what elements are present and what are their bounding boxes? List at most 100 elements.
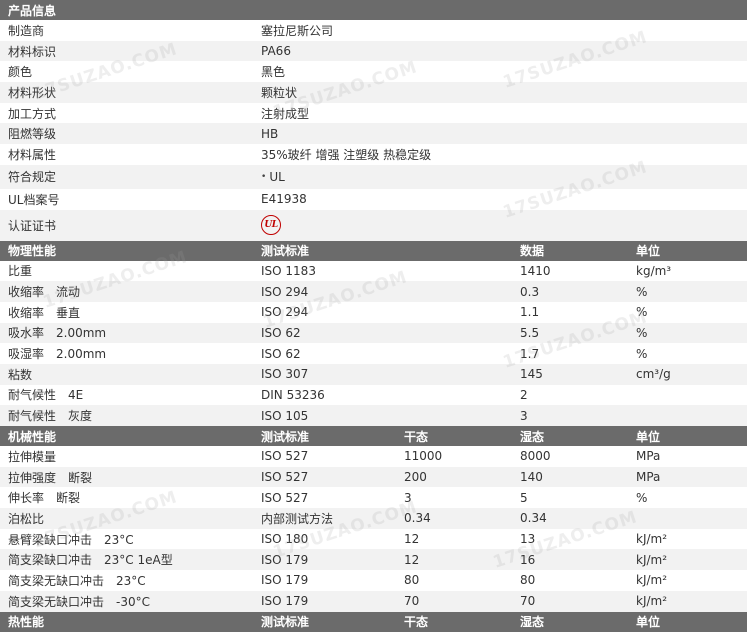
table-row: 认证证书 UL: [0, 209, 747, 241]
table-row: 悬臂梁缺口冲击 23°C ISO 180 12 13 kJ/m²: [0, 529, 747, 550]
table-row: 泊松比 内部测试方法 0.34 0.34: [0, 508, 747, 529]
section-header-cell: 机械性能: [8, 429, 57, 444]
table-row: 简支梁无缺口冲击 23°C ISO 179 80 80 kJ/m²: [0, 570, 747, 591]
property-value: 11000: [404, 449, 443, 464]
property-label: 拉伸模量: [8, 449, 57, 464]
property-label: 制造商: [8, 23, 45, 38]
property-label: 简支梁无缺口冲击 -30°C: [8, 594, 150, 609]
property-value: ISO 179: [261, 552, 309, 567]
property-value: kg/m³: [636, 263, 672, 278]
property-value: ISO 527: [261, 449, 309, 464]
table-row: 符合规定 • UL: [0, 164, 747, 189]
property-value: ISO 179: [261, 594, 309, 609]
property-label: 收缩率 垂直: [8, 305, 81, 320]
table-row: 简支梁缺口冲击 23°C 1eA型 ISO 179 12 16 kJ/m²: [0, 549, 747, 571]
property-label: 简支梁无缺口冲击 23°C: [8, 573, 146, 588]
property-value: 200: [404, 470, 427, 485]
property-value: 0.34: [520, 511, 547, 526]
property-value: 0.34: [404, 511, 431, 526]
table-row: 材料形状 颗粒状: [0, 82, 747, 103]
property-value: ISO 179: [261, 573, 309, 588]
property-label: 加工方式: [8, 106, 57, 121]
property-value: 0.3: [520, 284, 540, 299]
property-value: kJ/m²: [636, 552, 668, 567]
property-value: HB: [261, 126, 279, 141]
table-row: 制造商 塞拉尼斯公司: [0, 20, 747, 41]
table-row: 颜色 黑色: [0, 61, 747, 82]
section-header: 机械性能 测试标准 干态 湿态 单位: [0, 426, 747, 446]
property-label: 符合规定: [8, 170, 57, 185]
property-value: cm³/g: [636, 367, 671, 382]
material-datasheet: 产品信息 制造商 塞拉尼斯公司 材料标识 PA66 颜色 黑色 材料形状 颗粒状 加工方式 注射成型…: [0, 0, 747, 632]
property-value: 1.7: [520, 346, 540, 361]
property-value: ISO 294: [261, 284, 309, 299]
property-label: 悬臂梁缺口冲击 23°C: [8, 532, 134, 547]
property-label: 伸长率 断裂: [8, 491, 81, 506]
property-value: ISO 527: [261, 490, 309, 505]
table-row: 阻燃等级 HB: [0, 123, 747, 145]
table-row: 吸湿率 2.00mm ISO 62 1.7%: [0, 343, 747, 364]
section-header-cell: 测试标准: [261, 429, 310, 444]
property-label: 粘数: [8, 367, 33, 382]
property-label: 简支梁缺口冲击 23°C 1eA型: [8, 553, 173, 568]
property-value: 140: [520, 470, 543, 485]
property-value: • UL: [261, 165, 285, 189]
section-header-cell: 干态: [404, 429, 429, 444]
property-value: 3: [520, 408, 528, 423]
property-value: 3: [404, 490, 412, 505]
property-value: %: [636, 346, 648, 361]
property-value: ISO 62: [261, 346, 301, 361]
section-header: 物理性能 测试标准 数据 单位: [0, 240, 747, 261]
table-row: 耐气候性 灰度 ISO 105 3: [0, 405, 747, 426]
property-label: 颜色: [8, 65, 33, 80]
property-label: 泊松比: [8, 511, 45, 526]
section-header-cell: 数据: [520, 244, 545, 258]
property-label: 材料形状: [8, 85, 57, 100]
property-label: 材料标识: [8, 44, 57, 59]
table-row: 比重 ISO 1183 1410 kg/m³: [0, 261, 747, 282]
property-value: ISO 180: [261, 532, 309, 547]
property-label: 拉伸强度 断裂: [8, 470, 93, 485]
property-value: 5.5: [520, 325, 540, 340]
property-value: 8000: [520, 449, 551, 464]
property-label: 认证证书: [8, 218, 57, 233]
property-label: 收缩率 流动: [8, 285, 81, 300]
table-row: UL档案号 E41938: [0, 189, 747, 210]
section-header-cell: 单位: [636, 615, 661, 629]
property-value: DIN 53236: [261, 387, 325, 402]
section-header-cell: 测试标准: [261, 615, 310, 629]
property-value: 注射成型: [261, 106, 310, 121]
property-value: 黑色: [261, 65, 286, 80]
property-value: 5: [520, 490, 528, 505]
property-value: UL: [261, 210, 281, 241]
property-value: 70: [520, 594, 536, 609]
property-value: ISO 294: [261, 305, 309, 320]
table-row: 材料标识 PA66: [0, 40, 747, 62]
section-header-cell: 单位: [636, 429, 661, 444]
table-row: 拉伸强度 断裂 ISO 527 200 140 MPa: [0, 466, 747, 488]
property-value: %: [636, 284, 648, 299]
table-row: 拉伸模量 ISO 527 11000 8000 MPa: [0, 446, 747, 467]
ul-certification-logo: UL: [261, 215, 281, 235]
property-value: kJ/m²: [636, 532, 668, 547]
property-value: 13: [520, 532, 536, 547]
property-label: 材料属性: [8, 147, 57, 162]
section-header-cell: 湿态: [520, 615, 545, 629]
property-value: %: [636, 325, 648, 340]
property-label: 吸湿率 2.00mm: [8, 347, 107, 362]
property-label: 阻燃等级: [8, 127, 57, 142]
property-value: PA66: [261, 44, 291, 59]
compliance-text: UL: [269, 169, 285, 184]
property-value: kJ/m²: [636, 594, 668, 609]
table-row: 加工方式 注射成型: [0, 103, 747, 124]
table-row: 伸长率 断裂 ISO 527 3 5%: [0, 487, 747, 508]
property-value: 145: [520, 367, 543, 382]
property-value: 16: [520, 552, 536, 567]
property-value: 80: [404, 573, 420, 588]
property-value: 12: [404, 532, 420, 547]
table-row: 耐气候性 4E DIN 53236 2: [0, 385, 747, 406]
section-header-cell: 热性能: [8, 615, 45, 629]
property-label: 耐气候性 4E: [8, 388, 84, 403]
section-header-cell: 单位: [636, 244, 661, 258]
property-value: 内部测试方法: [261, 511, 334, 526]
